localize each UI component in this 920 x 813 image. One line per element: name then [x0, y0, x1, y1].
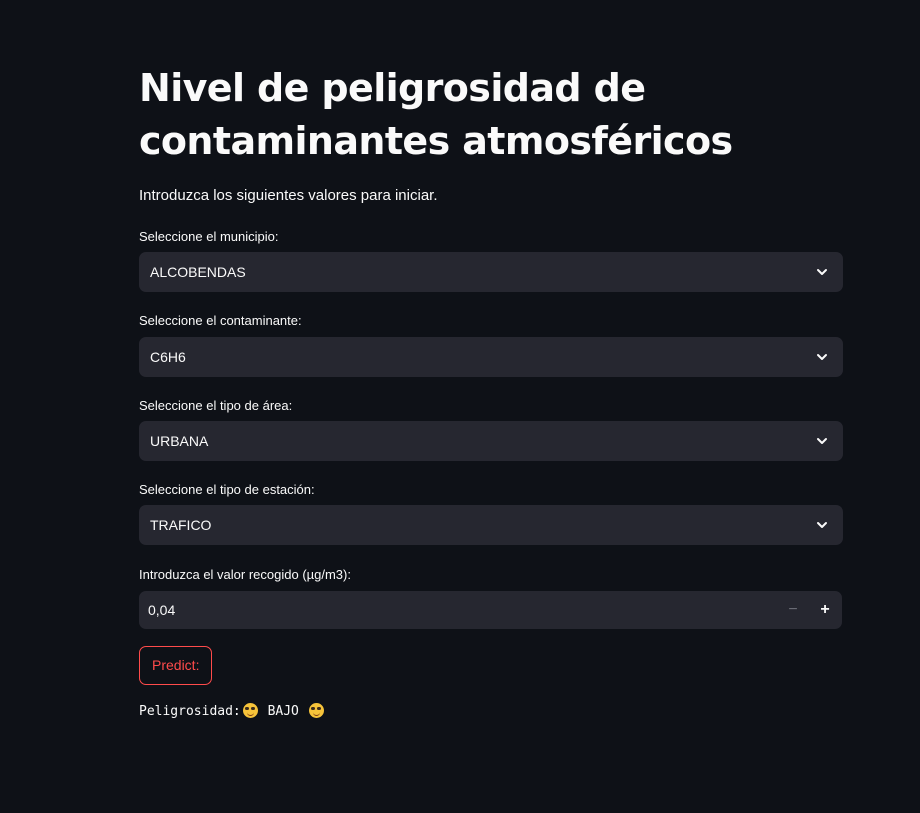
sunglasses-face-icon [308, 703, 324, 718]
chevron-down-icon [817, 438, 827, 444]
area-select[interactable]: URBANA [139, 421, 843, 461]
predict-button[interactable]: Predict: [139, 646, 213, 685]
contaminante-select[interactable]: C6H6 [139, 337, 843, 377]
valor-label: Introduzca el valor recogido (µg/m3): [139, 567, 351, 582]
contaminante-value: C6H6 [150, 349, 186, 365]
municipio-label: Seleccione el municipio: [139, 229, 279, 244]
contaminante-label: Seleccione el contaminante: [139, 313, 302, 328]
estacion-select[interactable]: TRAFICO [139, 505, 843, 545]
chevron-down-icon [817, 269, 827, 275]
chevron-down-icon [817, 354, 827, 360]
result-prefix: Peligrosidad: [139, 704, 241, 719]
page-title: Nivel de peligrosidad de contaminantes a… [139, 66, 733, 163]
result-level: BAJO [267, 704, 299, 719]
result-text: Peligrosidad: BAJO [139, 703, 326, 721]
municipio-select[interactable]: ALCOBENDAS [139, 252, 843, 292]
area-value: URBANA [150, 433, 209, 449]
estacion-label: Seleccione el tipo de estación: [139, 482, 315, 497]
increment-button[interactable]: + [809, 591, 841, 629]
decrement-button[interactable]: − [777, 591, 809, 629]
municipio-value: ALCOBENDAS [150, 264, 246, 280]
estacion-value: TRAFICO [150, 517, 212, 533]
sunglasses-face-icon [242, 703, 258, 718]
area-label: Seleccione el tipo de área: [139, 398, 293, 413]
intro-text: Introduzca los siguientes valores para i… [139, 187, 438, 204]
valor-number-input: 0,04 − + [139, 591, 842, 629]
chevron-down-icon [817, 522, 827, 528]
valor-input[interactable]: 0,04 [148, 601, 175, 619]
